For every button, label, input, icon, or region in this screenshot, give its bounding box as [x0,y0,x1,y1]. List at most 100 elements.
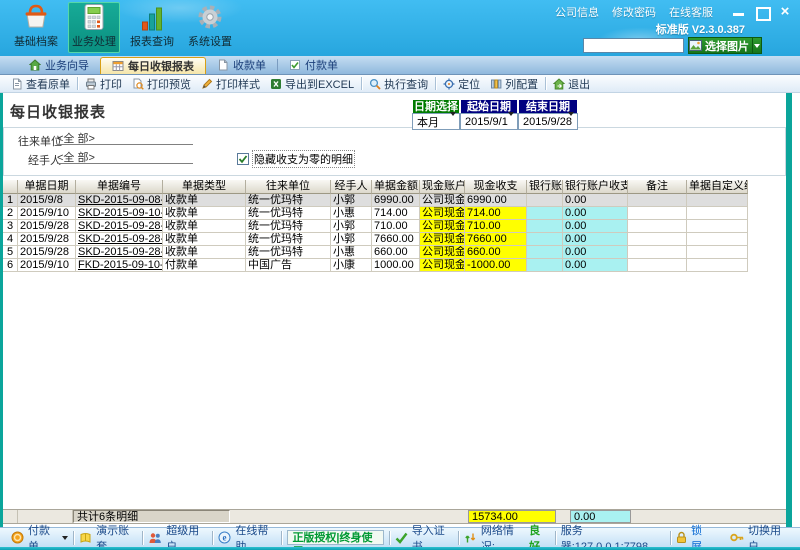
table-cell-memo [628,246,687,259]
toolbar-button-label: 执行查询 [384,76,428,92]
table-row[interactable]: 62015/9/10FKD-2015-09-10-001付款单中国广告小康100… [3,259,748,272]
table-cell-memo [628,194,687,207]
app-nav: 基础档案业务处理报表查询系统设置 [10,2,236,53]
table-cell-type: 收款单 [163,233,246,246]
table-row[interactable]: 42015/9/28SKD-2015-09-28-0002收款单统一优玛特小郭7… [3,233,748,246]
table-cell-date: 2015/9/8 [18,194,76,207]
table-cell-bank-account [527,233,563,246]
link-company-info[interactable]: 公司信息 [555,4,599,20]
table-row[interactable]: 12015/9/8SKD-2015-09-08-0001收款单统一优玛特小郭69… [3,194,748,207]
statusbar-right: 切换用户 [725,522,794,550]
table-cell-date: 2015/9/28 [18,246,76,259]
select-image-dropdown[interactable] [752,38,761,53]
maximize-button[interactable] [755,6,769,18]
table-cell-handler: 小惠 [331,246,372,259]
header-cell: 银行账户 [527,180,563,194]
row-number-cell: 6 [3,259,18,272]
app-nav-gear[interactable]: 系统设置 [184,2,236,53]
basket-icon [21,3,51,31]
table-cell-bank-flow: 0.00 [563,259,628,272]
status-online-help-label: 在线帮助 [235,522,276,550]
end-date-select-group: 结束日期2015/9/28 [518,99,578,130]
tab-label: 付款单 [305,57,338,73]
table-cell-date: 2015/9/28 [18,220,76,233]
close-button[interactable]: × [778,6,792,18]
status-import-cert[interactable]: 导入证书 [390,522,458,550]
toolbar-button-label: 查看原单 [26,76,70,92]
table-cell-bank-account [527,246,563,259]
status-switch-user[interactable]: 切换用户 [725,522,794,550]
doc-link[interactable]: SKD-2015-09-08-0001 [78,194,163,206]
select-image-label: 选择图片 [702,38,752,54]
link-change-password[interactable]: 修改密码 [612,4,656,20]
columns-button[interactable]: 列配置 [485,76,543,92]
table-cell-date: 2015/9/28 [18,233,76,246]
status-lock-screen[interactable]: 锁 屏 [671,522,725,550]
exit-button[interactable]: 退出 [548,76,595,92]
partner-field[interactable]: <全 部> [57,130,193,145]
table-cell-cash-flow: 710.00 [465,220,527,233]
image-path-input[interactable] [583,38,684,53]
link-online-service[interactable]: 在线客服 [669,4,713,20]
locate-button[interactable]: 定位 [438,76,485,92]
table-cell-doc-no: SKD-2015-09-28-0002 [76,233,163,246]
table-row[interactable]: 32015/9/28SKD-2015-09-28-0001收款单统一优玛特小郭7… [3,220,748,233]
select-image-button[interactable]: 选择图片 [688,37,762,54]
gear-icon [196,3,224,31]
table-cell-type: 收款单 [163,194,246,207]
doc-link[interactable]: SKD-2015-09-28-0003 [78,246,163,258]
tab-wizard[interactable]: 业务向导 [18,56,100,74]
status-payment-doc[interactable]: 付款单 [6,522,73,550]
app-nav-basket[interactable]: 基础档案 [10,2,62,53]
tab-payment[interactable]: 付款单 [278,56,349,74]
header-cell: 单据编号 [76,180,163,194]
table-cell-cash-flow: 7660.00 [465,233,527,246]
table-cell-memo [628,207,687,220]
status-server: 服务器:127.0.0.1:7798 [556,522,670,550]
handler-field[interactable]: <全 部> [57,149,193,164]
start-date-select[interactable]: 2015/9/1 [460,113,518,130]
app-nav-calculator[interactable]: 业务处理 [68,2,120,53]
view-doc-button[interactable]: 查看原单 [6,76,75,92]
excel-button[interactable]: 导出到EXCEL [265,76,359,92]
app-nav-label: 报表查询 [130,33,174,49]
hide-zero-checkbox-row[interactable]: 隐藏收支为零的明细 [237,150,355,168]
calculator-icon [81,3,107,31]
date-filter-header: 日期选择 [412,99,460,113]
table-cell-doc-no: SKD-2015-09-28-0003 [76,246,163,259]
header-cell: 单据自定义编号 [687,180,748,194]
header-cell: 单据金额 [372,180,420,194]
print-style-button[interactable]: 打印样式 [196,76,265,92]
status-online-help[interactable]: e在线帮助 [213,522,281,550]
preview-button[interactable]: 打印预览 [127,76,196,92]
checkbox-checked-icon[interactable] [237,153,249,165]
print-button[interactable]: 打印 [80,76,127,92]
doc-link[interactable]: SKD-2015-09-28-0001 [78,220,163,232]
table-icon [112,60,124,72]
header-cell: 往来单位 [246,180,331,194]
table-row[interactable]: 52015/9/28SKD-2015-09-28-0003收款单统一优玛特小惠6… [3,246,748,259]
status-demo-account[interactable]: 演示账套 [74,522,142,550]
minimize-button[interactable] [732,6,746,18]
table-cell-handler: 小郭 [331,233,372,246]
print-style-icon [201,78,213,90]
doc-link[interactable]: SKD-2015-09-10-0001 [78,207,163,219]
end-date-select[interactable]: 2015/9/28 [518,113,578,130]
table-cell-handler: 小惠 [331,207,372,220]
tab-daily-cash-report[interactable]: 每日收银报表 [100,57,206,74]
table-cell-handler: 小康 [331,259,372,272]
status-bar: 付款单演示账套超级用户e在线帮助正版授权|终身使用导入证书网络情况:良好服务器:… [0,527,800,547]
table-cell-bank-account [527,259,563,272]
date-range-select[interactable]: 本月 [412,113,460,130]
query-button[interactable]: 执行查询 [364,76,433,92]
chevron-down-icon [508,116,514,128]
table-cell-partner: 统一优玛特 [246,220,331,233]
doc-link[interactable]: SKD-2015-09-28-0002 [78,233,163,245]
home-icon [29,59,41,71]
tab-receipt[interactable]: 收款单 [206,56,277,74]
doc-link[interactable]: FKD-2015-09-10-001 [78,259,163,271]
status-super-user[interactable]: 超级用户 [143,522,212,550]
app-nav-chart[interactable]: 报表查询 [126,2,178,53]
print-icon [85,78,97,90]
table-row[interactable]: 22015/9/10SKD-2015-09-10-0001收款单统一优玛特小惠7… [3,207,748,220]
